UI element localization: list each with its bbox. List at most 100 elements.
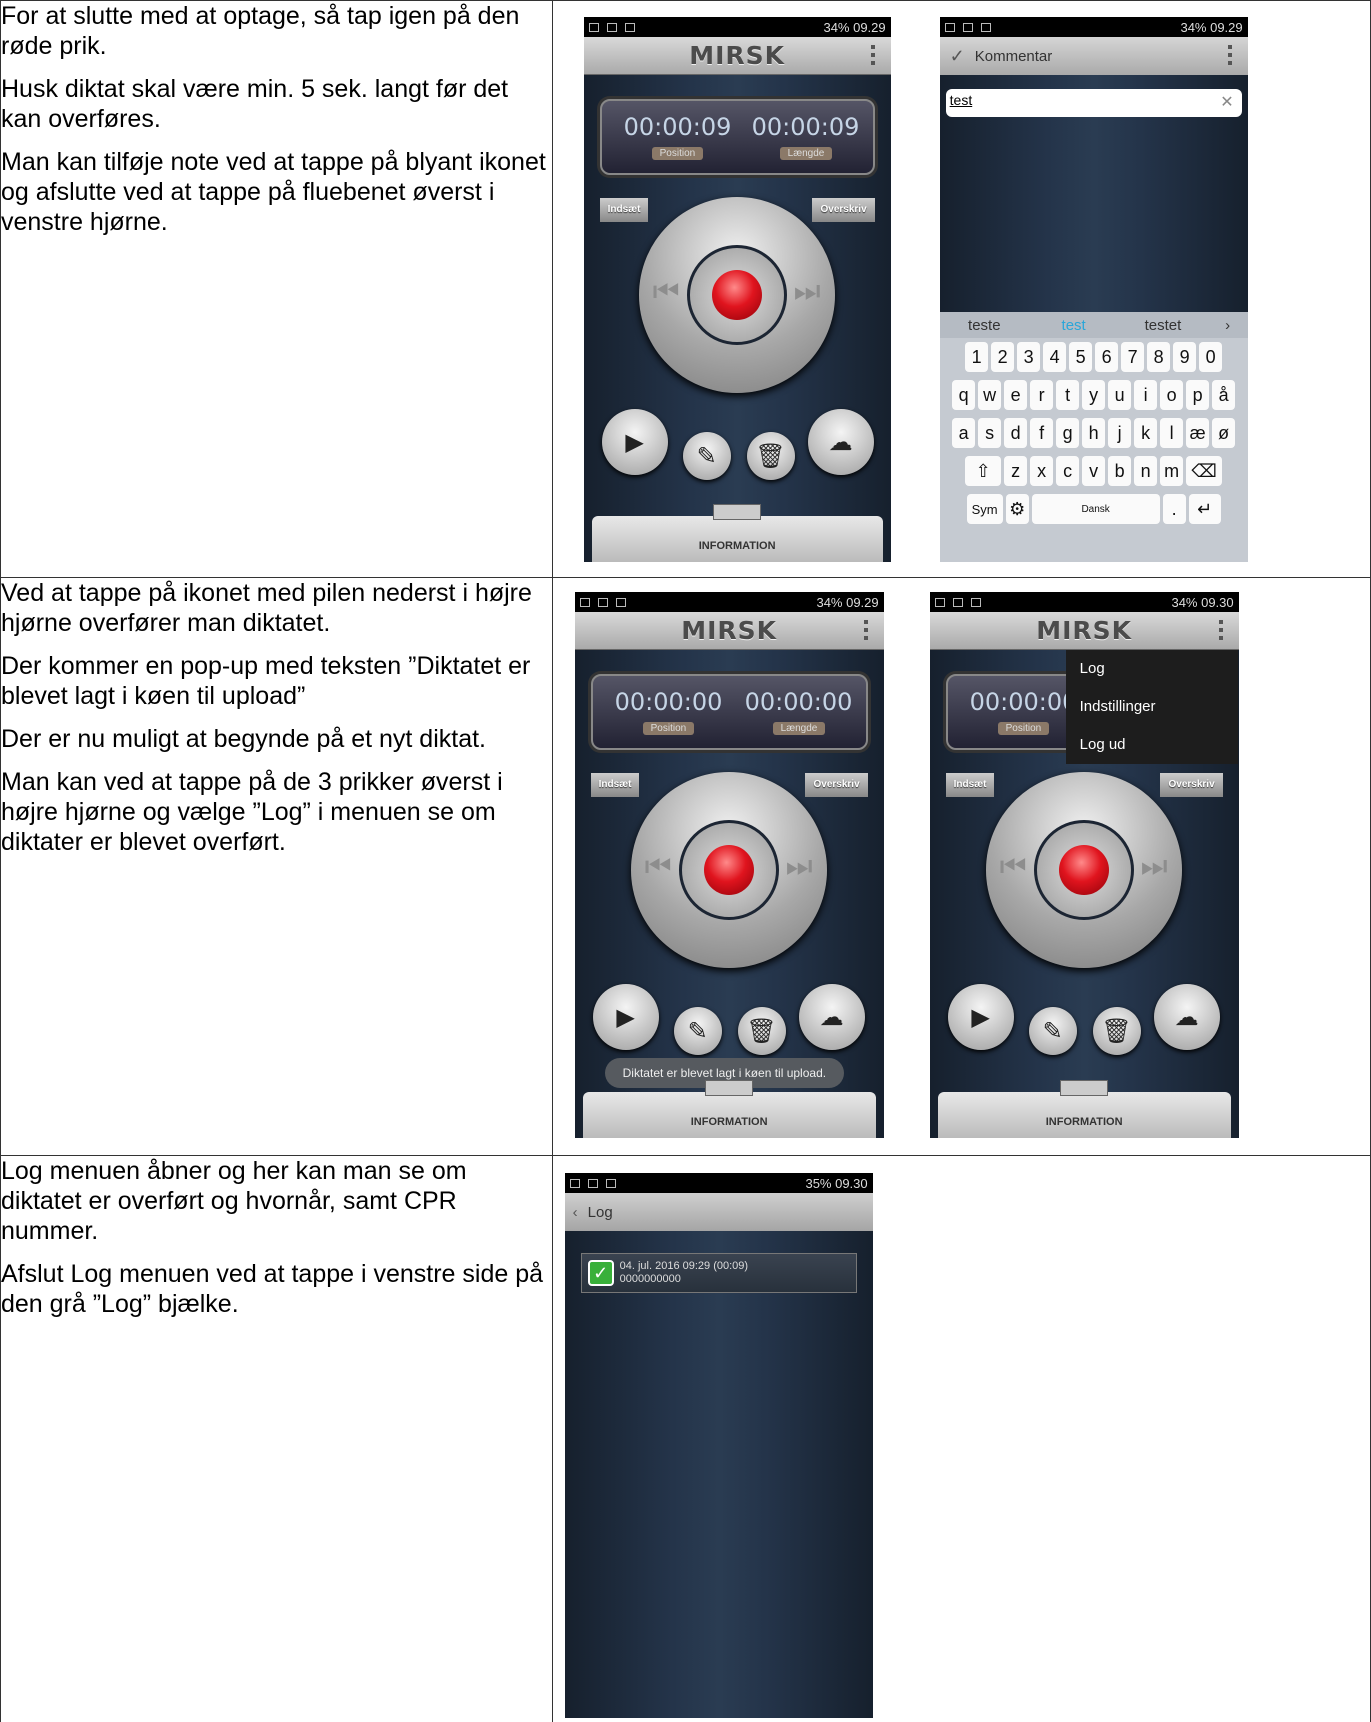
menu-item-logout[interactable]: Log ud [1066, 726, 1238, 764]
key[interactable]: 9 [1173, 342, 1197, 372]
key[interactable]: ø [1212, 418, 1236, 448]
key[interactable]: j [1108, 418, 1132, 448]
play-button[interactable]: ▶ [947, 984, 1014, 1050]
key[interactable]: 3 [1017, 342, 1041, 372]
upload-cloud-icon[interactable]: ☁ [798, 984, 865, 1050]
key[interactable]: t [1056, 380, 1080, 410]
key[interactable]: 4 [1043, 342, 1067, 372]
log-entry[interactable]: ✓ 04. jul. 2016 09:29 (00:09) 0000000000 [580, 1253, 857, 1293]
key[interactable]: n [1134, 456, 1158, 486]
key[interactable]: m [1160, 456, 1184, 486]
overflow-menu-icon[interactable] [1218, 620, 1223, 640]
information-drawer[interactable]: INFORMATION [591, 504, 883, 562]
position-time: 00:00:00 [614, 688, 723, 716]
key[interactable]: h [1082, 418, 1106, 448]
screenshots-cell-3: 35% 09.30 ‹ Log ✓ 04. jul. 2016 09:29 (00… [551, 1155, 1371, 1722]
key[interactable]: 2 [991, 342, 1015, 372]
space-key[interactable]: Dansk [1031, 494, 1160, 524]
overflow-menu-icon[interactable] [863, 620, 868, 640]
overwrite-tab[interactable]: Overskriv [805, 773, 868, 797]
comment-input[interactable]: test ✕ [945, 89, 1242, 117]
key[interactable]: o [1160, 380, 1184, 410]
key[interactable]: c [1056, 456, 1080, 486]
position-time: 00:00:09 [623, 113, 732, 141]
overflow-menu-icon[interactable] [870, 45, 875, 65]
upload-cloud-icon[interactable]: ☁ [807, 409, 874, 475]
forward-icon[interactable]: ⏭ [786, 850, 813, 884]
rewind-icon[interactable]: ⏮ [645, 850, 672, 884]
key[interactable]: p [1186, 380, 1210, 410]
forward-icon[interactable]: ⏭ [1141, 850, 1168, 884]
key[interactable]: æ [1186, 418, 1210, 448]
pencil-icon[interactable]: ✎ [682, 432, 731, 480]
key[interactable]: i [1134, 380, 1158, 410]
play-button[interactable]: ▶ [601, 409, 668, 475]
key[interactable]: u [1108, 380, 1132, 410]
settings-gear-icon[interactable]: ⚙ [1005, 494, 1029, 524]
trash-icon[interactable]: 🗑 [737, 1007, 786, 1055]
record-button[interactable] [703, 845, 754, 895]
check-icon[interactable]: ✓ [950, 46, 965, 67]
key[interactable]: r [1030, 380, 1054, 410]
key[interactable]: w [978, 380, 1002, 410]
menu-item-log[interactable]: Log [1066, 650, 1238, 688]
key[interactable]: f [1030, 418, 1054, 448]
key[interactable]: 0 [1199, 342, 1223, 372]
rewind-icon[interactable]: ⏮ [1000, 850, 1027, 884]
pencil-icon[interactable]: ✎ [1028, 1007, 1077, 1055]
key[interactable]: s [978, 418, 1002, 448]
record-button[interactable] [711, 270, 762, 320]
log-header-bar[interactable]: ‹ Log [564, 1193, 873, 1231]
suggestion-more-icon[interactable]: › [1208, 317, 1248, 334]
key[interactable]: x [1030, 456, 1054, 486]
key[interactable]: 1 [965, 342, 989, 372]
information-drawer[interactable]: INFORMATION [937, 1080, 1231, 1138]
play-button[interactable]: ▶ [592, 984, 659, 1050]
record-button[interactable] [1058, 845, 1109, 895]
insert-tab[interactable]: Indsæt [599, 198, 649, 222]
trash-icon[interactable]: 🗑 [746, 432, 795, 480]
upload-cloud-icon[interactable]: ☁ [1153, 984, 1220, 1050]
suggestion[interactable]: test [1029, 317, 1118, 334]
information-drawer[interactable]: INFORMATION [582, 1080, 876, 1138]
key[interactable]: å [1212, 380, 1236, 410]
key[interactable]: e [1004, 380, 1028, 410]
key[interactable]: 5 [1069, 342, 1093, 372]
suggestion-bar: teste test testet › [939, 312, 1248, 338]
key[interactable]: y [1082, 380, 1106, 410]
insert-tab[interactable]: Indsæt [590, 773, 640, 797]
menu-item-settings[interactable]: Indstillinger [1066, 688, 1238, 726]
key[interactable]: 7 [1121, 342, 1145, 372]
paragraph: Man kan ved at tappe på de 3 prikker øve… [1, 768, 503, 856]
overwrite-tab[interactable]: Overskriv [812, 198, 875, 222]
pencil-icon[interactable]: ✎ [673, 1007, 722, 1055]
overwrite-tab[interactable]: Overskriv [1160, 773, 1223, 797]
overflow-menu-icon[interactable] [1227, 45, 1232, 65]
period-key[interactable]: . [1162, 494, 1186, 524]
key[interactable]: z [1004, 456, 1028, 486]
back-chevron-icon[interactable]: ‹ [573, 1204, 578, 1221]
suggestion[interactable]: teste [940, 317, 1029, 334]
screenshots-cell-1: 34% 09.29 MIRSK 00:00:09 00:00:09 Positi… [551, 0, 1371, 578]
key[interactable]: k [1134, 418, 1158, 448]
key[interactable]: q [952, 380, 976, 410]
clear-icon[interactable]: ✕ [1220, 92, 1233, 112]
key[interactable]: v [1082, 456, 1106, 486]
sym-key[interactable]: Sym [966, 494, 1003, 524]
enter-key[interactable]: ↵ [1188, 494, 1221, 524]
rewind-icon[interactable]: ⏮ [653, 275, 680, 309]
suggestion[interactable]: testet [1118, 317, 1207, 334]
backspace-key[interactable]: ⌫ [1186, 456, 1223, 486]
key[interactable]: g [1056, 418, 1080, 448]
forward-icon[interactable]: ⏭ [794, 275, 821, 309]
key[interactable]: l [1160, 418, 1184, 448]
insert-tab[interactable]: Indsæt [945, 773, 995, 797]
shift-key[interactable]: ⇧ [965, 456, 1002, 486]
trash-icon[interactable]: 🗑 [1092, 1007, 1141, 1055]
key[interactable]: 8 [1147, 342, 1171, 372]
screenshots-cell-2: 34% 09.29 MIRSK 00:00:00 00:00:00 Positi… [551, 577, 1371, 1156]
key[interactable]: b [1108, 456, 1132, 486]
key[interactable]: 6 [1095, 342, 1119, 372]
key[interactable]: d [1004, 418, 1028, 448]
key[interactable]: a [952, 418, 976, 448]
